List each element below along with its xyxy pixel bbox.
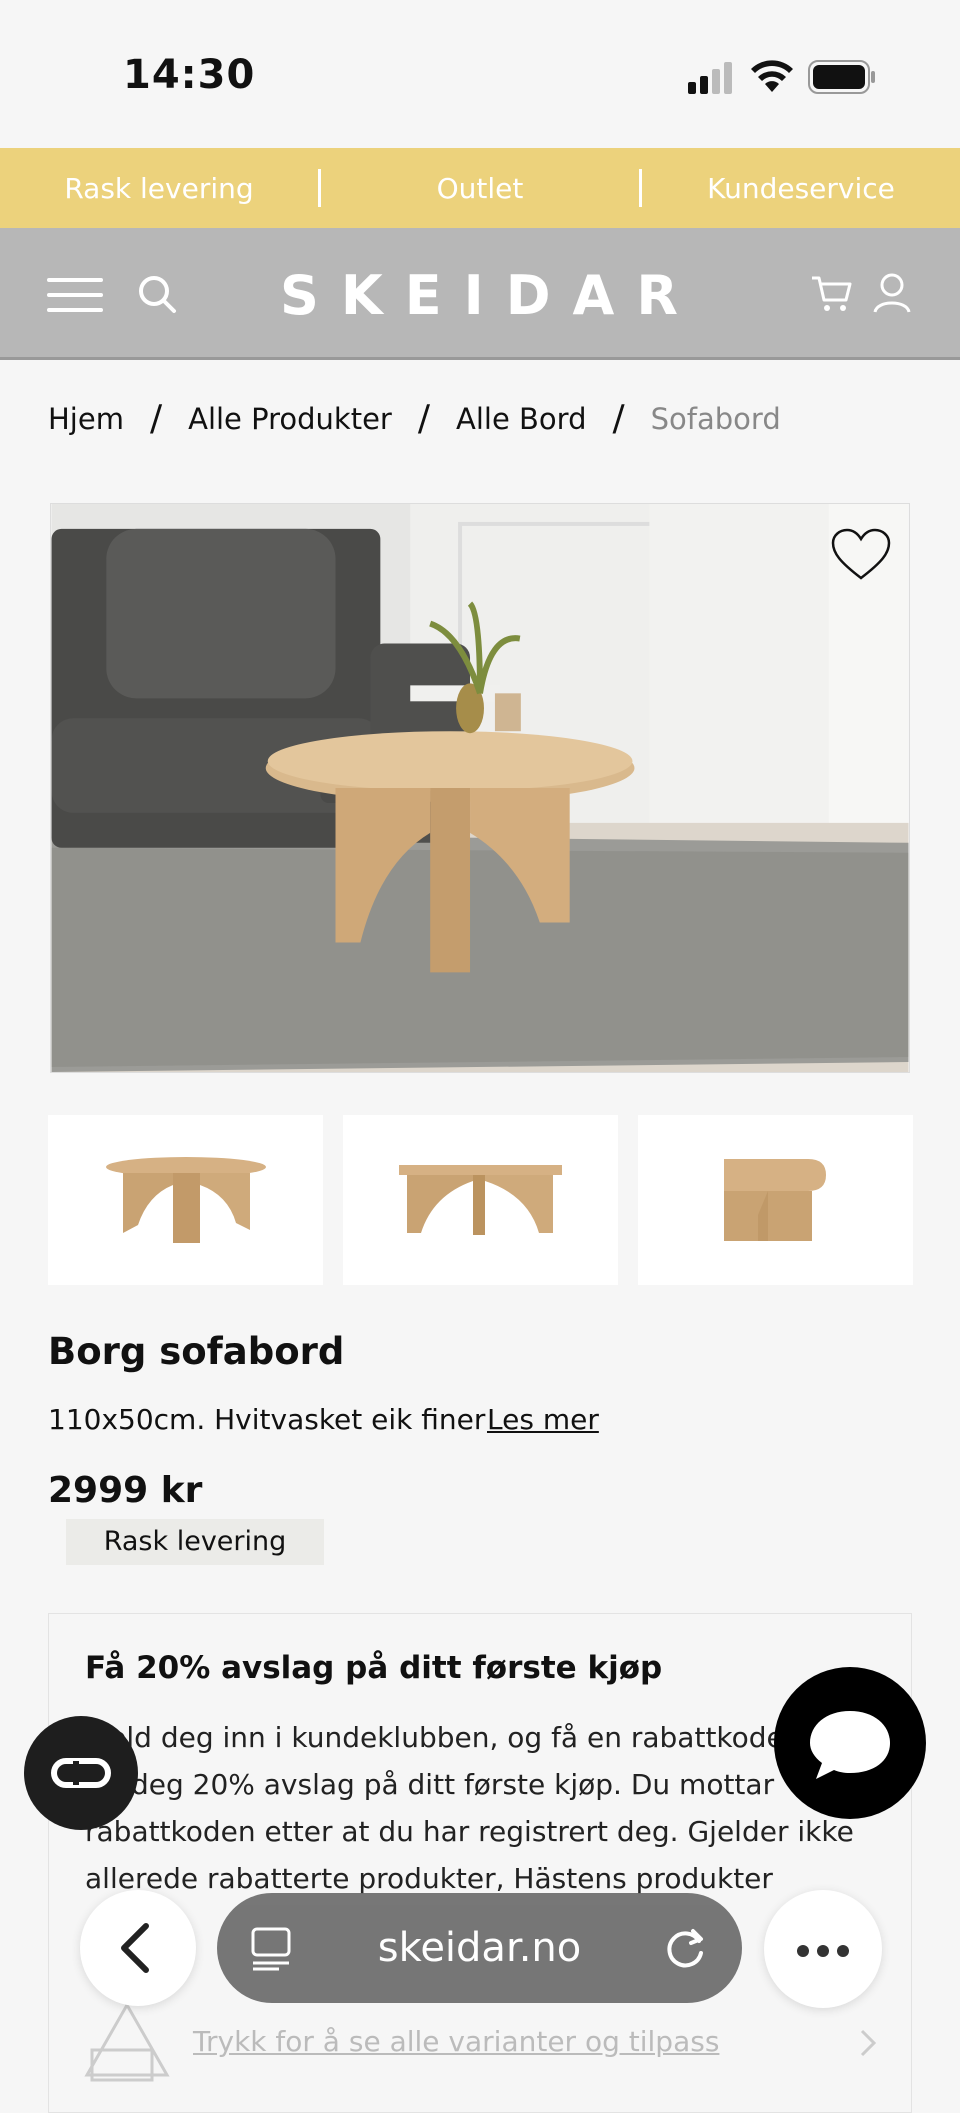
breadcrumb-alle-bord[interactable]: Alle Bord [456,402,586,436]
accessibility-widget-button[interactable] [24,1716,138,1830]
search-icon[interactable] [137,274,177,314]
product-hero-image[interactable] [50,503,910,1073]
read-more-link[interactable]: Les mer [487,1403,599,1436]
thumbnail-image[interactable] [638,1115,913,1285]
product-description: 110x50cm. Hvitvasket eik finer [48,1403,486,1436]
menu-icon[interactable] [47,278,103,312]
reload-icon[interactable] [663,1925,709,1971]
cellular-signal-icon [688,62,732,94]
promo-link-outlet[interactable]: Outlet [321,172,639,205]
product-price: 2999 kr [48,1470,203,1511]
breadcrumb-hjem[interactable]: Hjem [48,402,124,436]
chat-bubble-icon [810,1711,890,1779]
browser-url-bar[interactable]: skeidar.no [217,1893,742,2003]
breadcrumb-separator: / [612,398,625,439]
thumbnail-strip [48,1115,913,1285]
discount-card-body: Meld deg inn i kundeklubben, og få en ra… [85,1721,854,1895]
product-title: Borg sofabord [48,1330,345,1373]
breadcrumb-separator: / [149,398,163,439]
promo-link-rask-levering[interactable]: Rask levering [0,172,318,205]
status-time: 14:30 [123,52,256,98]
site-header: SKEIDAR [0,228,960,360]
thumbnail-image[interactable] [48,1115,323,1285]
wifi-icon [751,60,793,92]
browser-more-button[interactable] [764,1890,882,2008]
user-icon[interactable] [872,272,912,314]
variants-link[interactable]: Trykk for å se alle varianter og tilpass [193,2025,719,2058]
breadcrumb-alle-produkter[interactable]: Alle Produkter [188,402,392,436]
favorite-heart-icon[interactable] [830,528,892,584]
site-logo[interactable]: SKEIDAR [280,264,680,327]
chat-button[interactable] [774,1667,926,1819]
thumbnail-image[interactable] [343,1115,618,1285]
browser-back-button[interactable] [80,1890,196,2006]
link-icon [51,1758,111,1788]
promo-link-kundeservice[interactable]: Kundeservice [642,172,960,205]
configurator-icon[interactable] [82,1995,172,2085]
cart-icon[interactable] [810,274,852,314]
breadcrumb: Hjem / Alle Produkter / Alle Bord / Sofa… [48,398,781,439]
battery-icon [808,60,875,94]
delivery-badge: Rask levering [66,1519,324,1565]
status-bar: 14:30 [0,0,960,148]
chevron-right-icon[interactable] [858,2028,878,2058]
breadcrumb-current: Sofabord [650,401,781,436]
breadcrumb-separator: / [417,398,430,439]
discount-card-title: Få 20% avslag på ditt første kjøp [85,1650,663,1686]
promo-bar: Rask levering Outlet Kundeservice [0,148,960,228]
chevron-left-icon [121,1923,149,1973]
